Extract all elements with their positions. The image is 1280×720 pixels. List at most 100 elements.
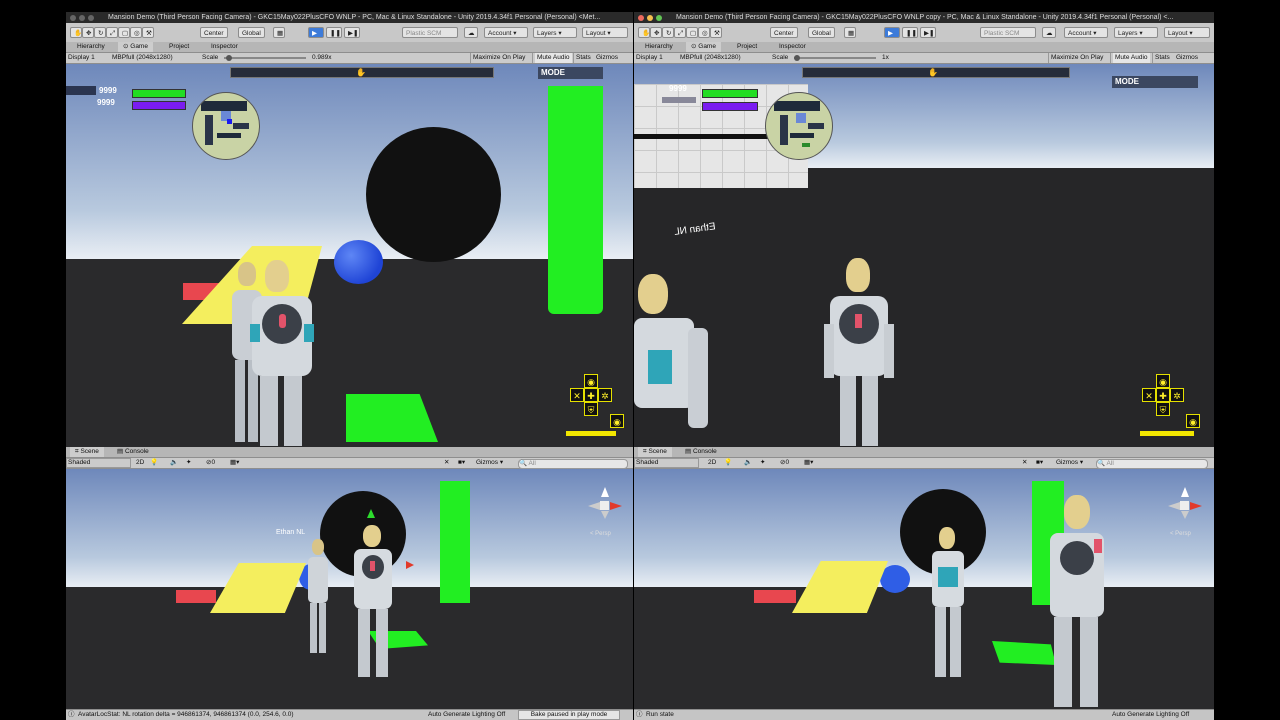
visibility-small-icon[interactable]: ◉ bbox=[610, 414, 624, 428]
pivot-center-button[interactable]: Center bbox=[200, 27, 228, 38]
tools-icon[interactable]: ✕ bbox=[1022, 458, 1027, 468]
display-dropdown[interactable]: Display 1 bbox=[636, 53, 663, 63]
tab-scene[interactable]: ⌗ Scene bbox=[638, 447, 672, 457]
tab-game[interactable]: ⊙ Game bbox=[686, 42, 721, 52]
gear-icon[interactable]: ✲ bbox=[598, 388, 612, 402]
close-window-icon[interactable] bbox=[70, 15, 76, 21]
tab-console[interactable]: ▤ Console bbox=[680, 447, 722, 457]
pause-button[interactable]: ❚❚ bbox=[326, 27, 342, 38]
camera-icon[interactable]: ■▾ bbox=[1036, 458, 1043, 468]
transform-tool-icon[interactable]: ◎ bbox=[130, 27, 142, 38]
tab-hierarchy[interactable]: Hierarchy bbox=[640, 42, 678, 52]
effects-icon[interactable]: ✦ bbox=[186, 458, 191, 468]
tab-game[interactable]: ⊙ Game bbox=[118, 42, 153, 52]
scene-character-player[interactable] bbox=[352, 525, 394, 679]
grid-icon[interactable]: ▦▾ bbox=[230, 458, 239, 468]
play-button[interactable]: ▶ bbox=[308, 27, 324, 38]
hand-tool-icon[interactable]: ✋ bbox=[70, 27, 82, 38]
shield-icon[interactable]: ⛨ bbox=[584, 402, 598, 416]
resolution-dropdown[interactable]: MBPfull (2048x1280) bbox=[112, 53, 173, 63]
lighting-icon[interactable]: 💡 bbox=[724, 458, 732, 468]
tools-icon[interactable]: ✕ bbox=[444, 458, 449, 468]
move-tool-icon[interactable]: ✥ bbox=[82, 27, 94, 38]
step-button[interactable]: ▶❚ bbox=[920, 27, 936, 38]
rect-tool-icon[interactable]: ▢ bbox=[686, 27, 698, 38]
tab-hierarchy[interactable]: Hierarchy bbox=[72, 42, 110, 52]
maximize-on-play-toggle[interactable]: Maximize On Play bbox=[1051, 53, 1103, 63]
move-tool-icon[interactable]: ✥ bbox=[650, 27, 662, 38]
gizmos-dropdown[interactable]: Gizmos bbox=[596, 53, 618, 63]
persp-label[interactable]: < Persp bbox=[1170, 531, 1191, 537]
cloud-icon[interactable]: ☁ bbox=[464, 27, 478, 38]
hidden-layers-icon[interactable]: ⊘0 bbox=[780, 458, 789, 468]
scale-slider[interactable] bbox=[794, 57, 876, 59]
maximize-on-play-toggle[interactable]: Maximize On Play bbox=[473, 53, 525, 63]
transform-tool-icon[interactable]: ◎ bbox=[698, 27, 710, 38]
pivot-center-button[interactable]: Center bbox=[770, 27, 798, 38]
plastic-scm-button[interactable]: Plastic SCM bbox=[402, 27, 458, 38]
tab-scene[interactable]: ⌗ Scene bbox=[70, 447, 104, 457]
custom-tool-icon[interactable]: ⚒ bbox=[142, 27, 154, 38]
y-axis-arrow[interactable] bbox=[367, 509, 375, 518]
lighting-icon[interactable]: 💡 bbox=[150, 458, 158, 468]
account-dropdown[interactable]: Account bbox=[1064, 27, 1108, 38]
scale-slider[interactable] bbox=[224, 57, 306, 59]
plastic-scm-button[interactable]: Plastic SCM bbox=[980, 27, 1036, 38]
grid-icon[interactable]: ▦▾ bbox=[804, 458, 813, 468]
stats-toggle[interactable]: Stats bbox=[1155, 53, 1170, 63]
rect-tool-icon[interactable]: ▢ bbox=[118, 27, 130, 38]
game-view[interactable]: ✋ MODE 9999 9999 ◉ ✕ ✚ ✲ ⛨ ◉ bbox=[66, 64, 633, 447]
snap-icon[interactable]: ▦ bbox=[273, 27, 285, 38]
shading-mode-dropdown[interactable]: Shaded bbox=[634, 458, 699, 468]
snap-icon[interactable]: ▦ bbox=[844, 27, 856, 38]
plus-icon[interactable]: ✚ bbox=[1156, 388, 1170, 402]
tab-console[interactable]: ▤ Console bbox=[112, 447, 154, 457]
minimize-window-icon[interactable] bbox=[647, 15, 653, 21]
layout-dropdown[interactable]: Layout bbox=[1164, 27, 1210, 38]
scene-view[interactable]: < Persp bbox=[634, 469, 1214, 710]
close-window-icon[interactable] bbox=[638, 15, 644, 21]
game-view[interactable]: ✋ MODE 9999 Ethan NL ◉ ✕ ✚ ✲ ⛨ ◉ bbox=[634, 64, 1214, 447]
layers-dropdown[interactable]: Layers bbox=[533, 27, 577, 38]
persp-label[interactable]: < Persp bbox=[590, 531, 611, 537]
audio-icon[interactable]: 🔈 bbox=[170, 458, 178, 468]
hand-tool-icon[interactable]: ✋ bbox=[638, 27, 650, 38]
scene-gizmos-dropdown[interactable]: Gizmos ▾ bbox=[1056, 458, 1083, 468]
gizmos-dropdown[interactable]: Gizmos bbox=[1176, 53, 1198, 63]
tab-inspector[interactable]: Inspector bbox=[774, 42, 811, 52]
shading-mode-dropdown[interactable]: Shaded bbox=[66, 458, 131, 468]
visibility-icon[interactable]: ◉ bbox=[1156, 374, 1170, 388]
resolution-dropdown[interactable]: MBPfull (2048x1280) bbox=[680, 53, 741, 63]
scale-slider-handle[interactable] bbox=[794, 55, 800, 61]
effects-icon[interactable]: ✦ bbox=[760, 458, 765, 468]
rotate-tool-icon[interactable]: ↻ bbox=[662, 27, 674, 38]
visibility-icon[interactable]: ◉ bbox=[584, 374, 598, 388]
account-dropdown[interactable]: Account bbox=[484, 27, 528, 38]
display-dropdown[interactable]: Display 1 bbox=[68, 53, 95, 63]
2d-toggle[interactable]: 2D bbox=[708, 458, 716, 468]
visibility-small-icon[interactable]: ◉ bbox=[1186, 414, 1200, 428]
swap-icon[interactable]: ✕ bbox=[1142, 388, 1156, 402]
scene-view[interactable]: Ethan NL < Persp bbox=[66, 469, 633, 710]
mute-audio-toggle[interactable]: Mute Audio bbox=[535, 53, 572, 63]
pause-button[interactable]: ❚❚ bbox=[902, 27, 918, 38]
tab-project[interactable]: Project bbox=[732, 42, 762, 52]
audio-icon[interactable]: 🔈 bbox=[744, 458, 752, 468]
layout-dropdown[interactable]: Layout bbox=[582, 27, 628, 38]
scene-character-npc[interactable] bbox=[308, 539, 328, 655]
scene-gizmos-dropdown[interactable]: Gizmos ▾ bbox=[476, 458, 503, 468]
orientation-gizmo[interactable] bbox=[1166, 487, 1204, 523]
gear-icon[interactable]: ✲ bbox=[1170, 388, 1184, 402]
scene-search-input[interactable]: 🔍 All bbox=[1096, 459, 1208, 469]
scene-search-input[interactable]: 🔍 All bbox=[518, 459, 628, 469]
custom-tool-icon[interactable]: ⚒ bbox=[710, 27, 722, 38]
pivot-global-button[interactable]: Global bbox=[238, 27, 265, 38]
zoom-window-icon[interactable] bbox=[656, 15, 662, 21]
plus-icon[interactable]: ✚ bbox=[584, 388, 598, 402]
scene-character-npc[interactable] bbox=[1046, 495, 1108, 709]
scale-tool-icon[interactable]: ⤢ bbox=[674, 27, 686, 38]
zoom-window-icon[interactable] bbox=[88, 15, 94, 21]
play-button[interactable]: ▶ bbox=[884, 27, 900, 38]
scale-slider-handle[interactable] bbox=[226, 55, 232, 61]
pivot-global-button[interactable]: Global bbox=[808, 27, 835, 38]
